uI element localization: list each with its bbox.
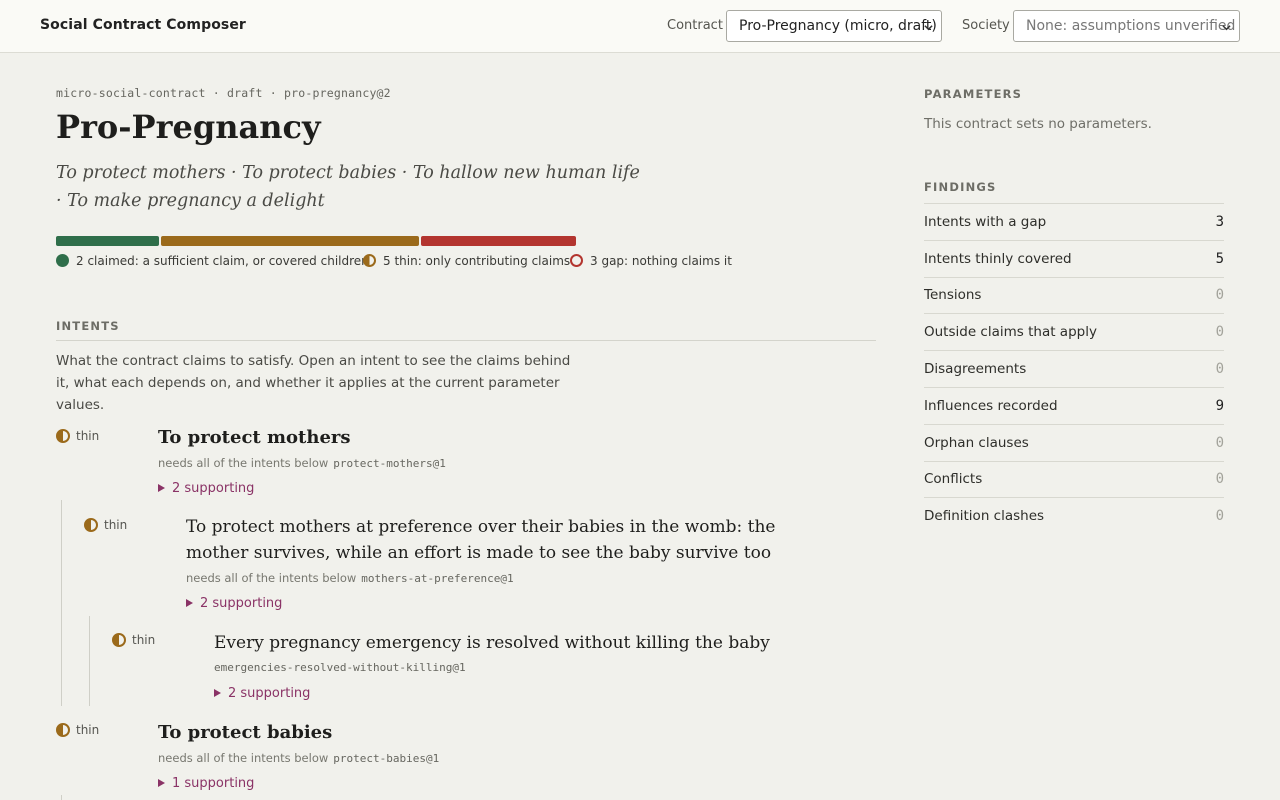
triangle-right-icon — [214, 689, 221, 697]
half-circle-icon — [363, 254, 376, 267]
finding-row[interactable]: Intents with a gap 3 — [924, 203, 1224, 240]
finding-row[interactable]: Tensions 0 — [924, 276, 1224, 314]
finding-label: Influences recorded — [924, 397, 1058, 414]
supporting-toggle[interactable]: 1 supporting — [158, 776, 254, 791]
intent-title: To protect mothers at preference over th… — [186, 517, 776, 563]
triangle-right-icon — [158, 484, 165, 492]
status-badge-thin: thin — [112, 633, 155, 647]
society-select-value: None: assumptions unverified — [1026, 18, 1236, 34]
chevron-down-icon — [924, 25, 933, 31]
supporting-toggle[interactable]: 2 supporting — [214, 686, 310, 701]
finding-value: 0 — [1215, 434, 1224, 451]
finding-value: 0 — [1215, 324, 1224, 341]
findings-heading: FINDINGS — [924, 180, 997, 194]
half-circle-icon — [56, 429, 70, 443]
supporting-toggle[interactable]: 2 supporting — [158, 481, 254, 496]
half-circle-icon — [112, 633, 126, 647]
intent-needs: needs all of the intents below mothers-at… — [186, 571, 514, 585]
legend-thin: 5 thin: only contributing claims — [363, 254, 570, 268]
finding-value: 0 — [1215, 361, 1224, 378]
finding-row[interactable]: Definition clashes 0 — [924, 497, 1224, 534]
finding-row[interactable]: Outside claims that apply 0 — [924, 313, 1224, 350]
divider — [56, 340, 876, 341]
status-badge-thin: thin — [56, 429, 99, 443]
parameters-note: This contract sets no parameters. — [924, 116, 1152, 132]
status-badge-thin: thin — [56, 723, 99, 737]
finding-row[interactable]: Disagreements 0 — [924, 350, 1224, 387]
status-badge-thin: thin — [84, 518, 127, 532]
intent-title: To protect mothers — [158, 427, 351, 448]
finding-label: Intents thinly covered — [924, 250, 1072, 267]
finding-label: Outside claims that apply — [924, 324, 1097, 341]
finding-row[interactable]: Influences recorded 9 — [924, 386, 1224, 424]
finding-value: 9 — [1215, 397, 1224, 414]
legend-claimed-text: 2 claimed: a sufficient claim, or covere… — [76, 254, 369, 268]
intents-heading: INTENTS — [56, 319, 120, 333]
intent-code: protect-mothers@1 — [333, 457, 446, 470]
coverage-bar-claimed — [56, 236, 159, 246]
intent-title: To protect babies — [158, 722, 333, 743]
finding-value: 0 — [1215, 508, 1224, 525]
triangle-right-icon — [158, 779, 165, 787]
contract-meta: micro-social-contract · draft · pro-preg… — [56, 86, 391, 100]
finding-row[interactable]: Intents thinly covered 5 — [924, 239, 1224, 277]
intent-needs: needs all of the intents below protect-ba… — [158, 751, 440, 765]
coverage-bar-gap — [421, 236, 576, 246]
contract-label: Contract — [667, 18, 723, 33]
triangle-right-icon — [186, 599, 193, 607]
app-title: Social Contract Composer — [40, 17, 246, 33]
legend-thin-text: 5 thin: only contributing claims — [383, 254, 571, 268]
tree-guide-line — [89, 616, 90, 706]
finding-value: 5 — [1215, 250, 1224, 267]
legend-claimed: 2 claimed: a sufficient claim, or covere… — [56, 254, 369, 268]
parameters-heading: PARAMETERS — [924, 87, 1023, 101]
claimed-dot-icon — [56, 254, 69, 267]
half-circle-icon — [84, 518, 98, 532]
finding-label: Intents with a gap — [924, 213, 1047, 230]
finding-label: Orphan clauses — [924, 434, 1029, 451]
intent-code: emergencies-resolved-without-killing@1 — [214, 661, 466, 674]
finding-value: 0 — [1215, 471, 1224, 488]
legend-gap: 3 gap: nothing claims it — [570, 254, 732, 268]
finding-label: Disagreements — [924, 361, 1027, 378]
half-circle-icon — [56, 723, 70, 737]
finding-label: Definition clashes — [924, 508, 1045, 525]
society-select[interactable]: None: assumptions unverified — [1013, 10, 1240, 42]
intent-title: Every pregnancy emergency is resolved wi… — [214, 633, 770, 653]
intent-needs: needs all of the intents below protect-mo… — [158, 456, 446, 470]
empty-circle-icon — [570, 254, 583, 267]
legend-gap-text: 3 gap: nothing claims it — [590, 254, 732, 268]
supporting-toggle[interactable]: 2 supporting — [186, 596, 282, 611]
tree-guide-line — [61, 795, 62, 800]
chevron-down-icon — [1222, 25, 1231, 31]
finding-row[interactable]: Conflicts 0 — [924, 460, 1224, 498]
page-title: Pro-Pregnancy — [56, 108, 321, 146]
finding-value: 0 — [1215, 287, 1224, 304]
intent-code: mothers-at-preference@1 — [361, 572, 514, 585]
findings-list: Intents with a gap 3 Intents thinly cover… — [924, 203, 1224, 534]
finding-value: 3 — [1215, 213, 1224, 230]
tree-guide-line — [61, 500, 62, 706]
finding-label: Tensions — [924, 287, 982, 304]
coverage-bar-thin — [161, 236, 419, 246]
contract-subtitle: To protect mothers · To protect babies ·… — [56, 163, 640, 211]
finding-label: Conflicts — [924, 471, 983, 488]
top-bar: Social Contract Composer Contract Pro-Pr… — [0, 0, 1280, 53]
intent-code: protect-babies@1 — [333, 752, 440, 765]
society-label: Society — [962, 18, 1010, 33]
contract-select[interactable]: Pro-Pregnancy (micro, draft) — [726, 10, 942, 42]
intents-description: What the contract claims to satisfy. Ope… — [56, 353, 571, 413]
contract-select-value: Pro-Pregnancy (micro, draft) — [739, 18, 937, 34]
finding-row[interactable]: Orphan clauses 0 — [924, 423, 1224, 461]
